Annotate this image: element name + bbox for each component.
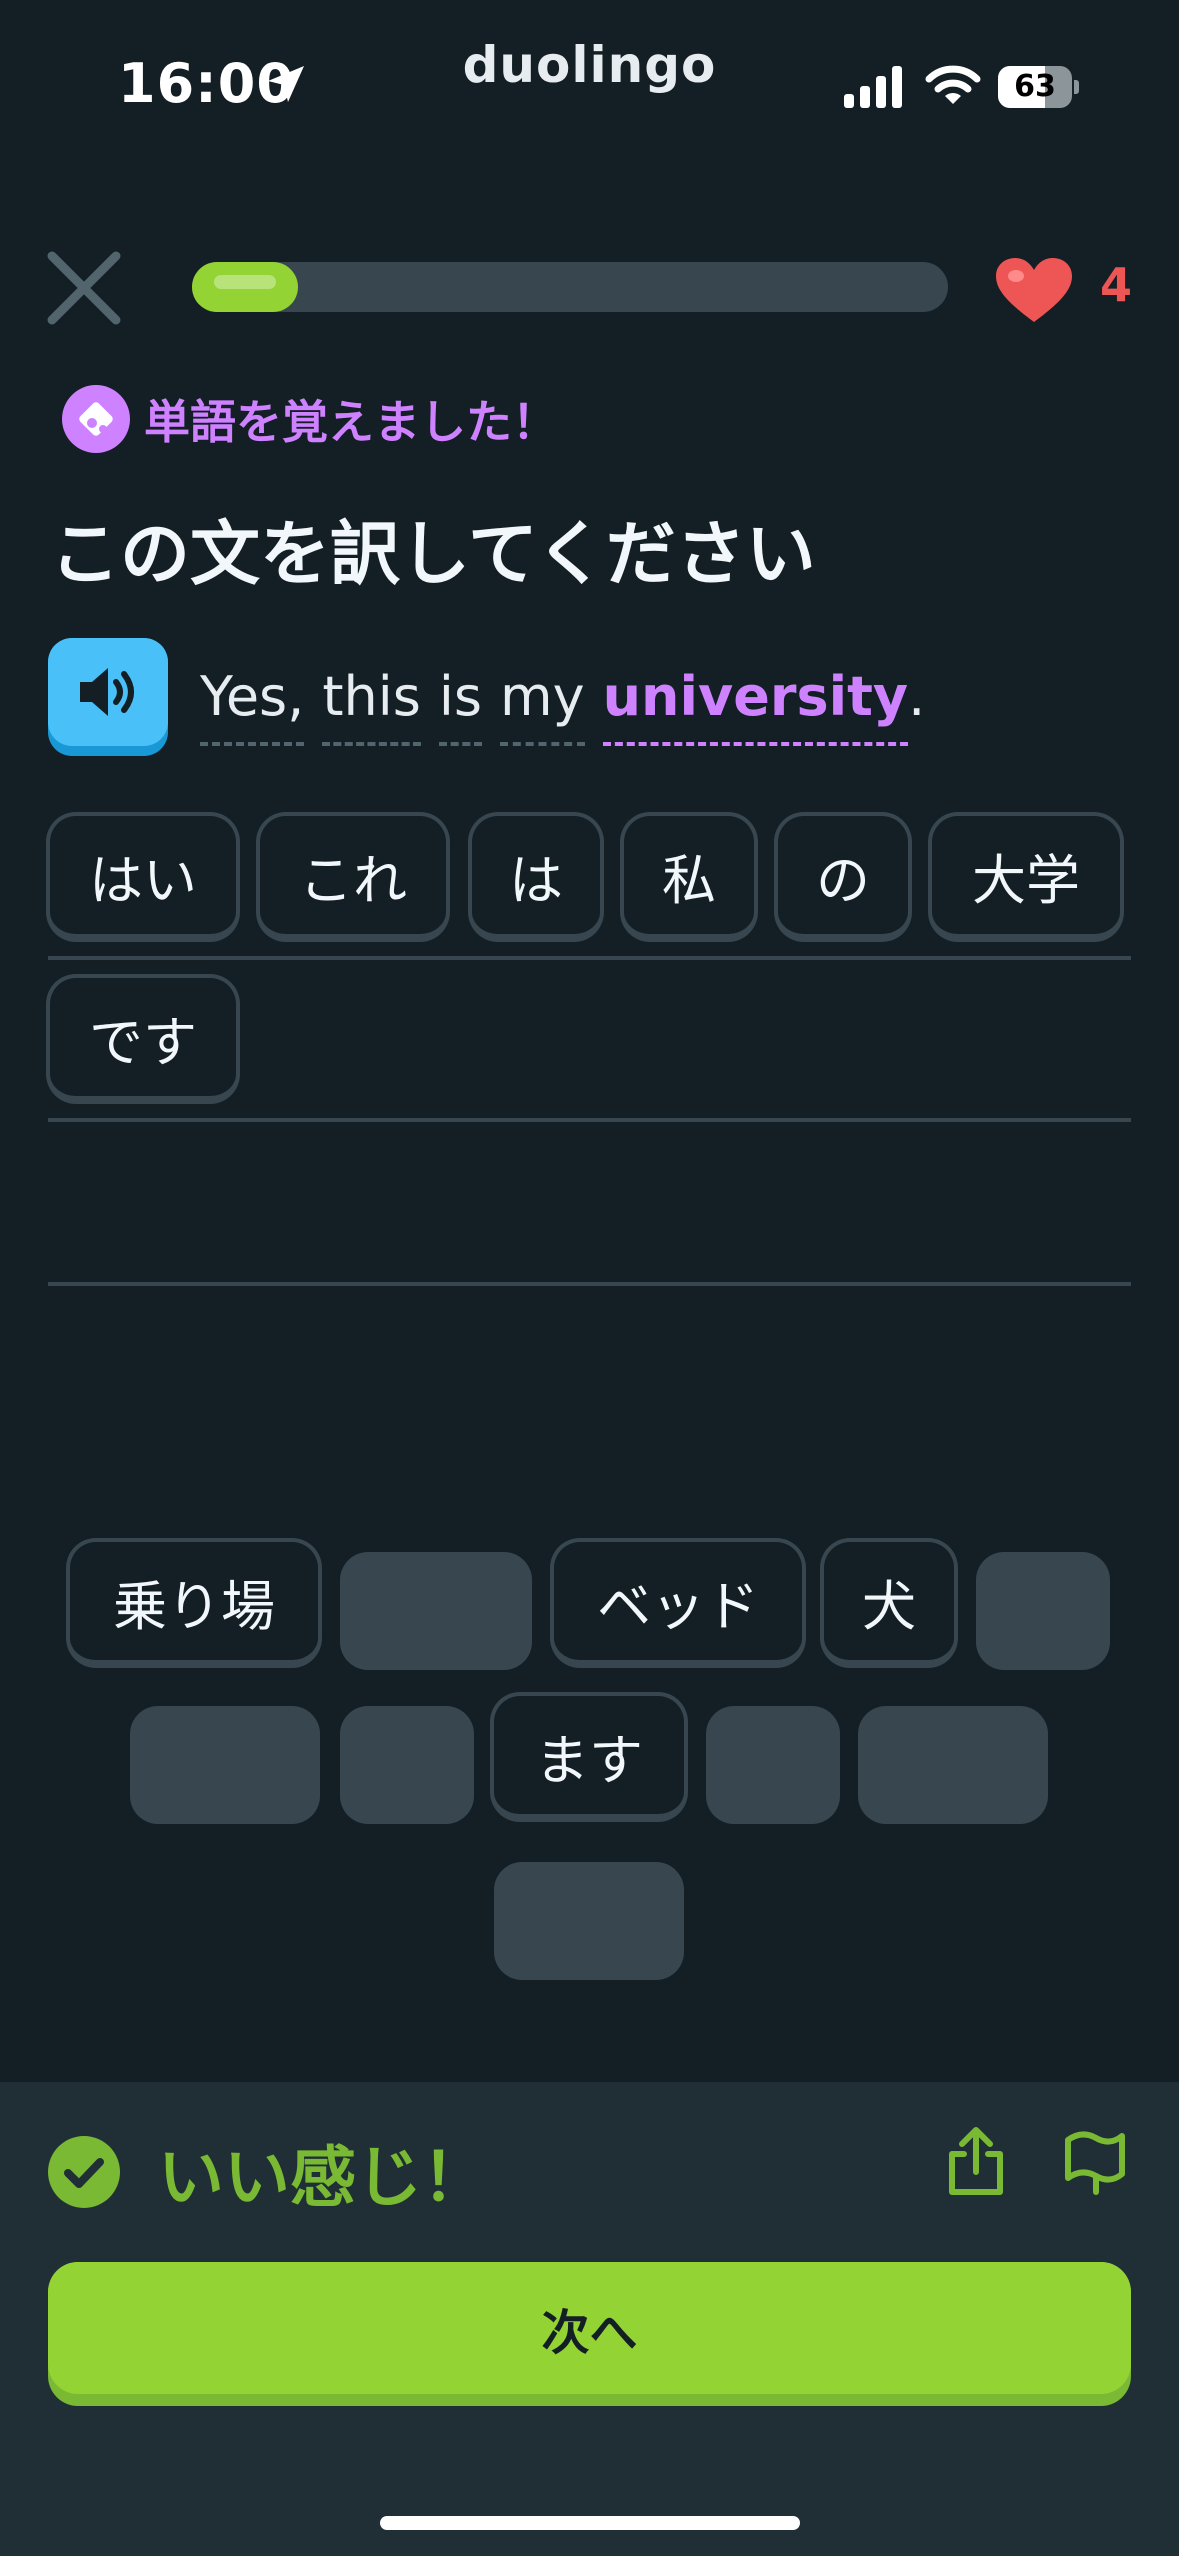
prompt-word[interactable]: is	[438, 662, 483, 746]
answer-tile[interactable]: 大学	[928, 812, 1124, 942]
word-bank-tile[interactable]: 犬	[820, 1538, 958, 1668]
instruction-heading: この文を訳してください	[50, 513, 816, 595]
hearts-count[interactable]: 4	[1100, 258, 1132, 312]
answer-tile[interactable]: の	[774, 812, 912, 942]
lesson-progress-bar	[192, 262, 948, 312]
battery-indicator: 63	[998, 66, 1079, 108]
prompt-word[interactable]: this	[322, 662, 421, 746]
status-bar: 16:00 duolingo 63	[0, 0, 1179, 170]
word-bank-tile[interactable]: 乗り場	[66, 1538, 322, 1668]
answer-tile[interactable]: これ	[256, 812, 450, 942]
prompt-sentence: Yes, this is my university .	[200, 662, 926, 746]
new-word-badge: 単語を覚えました！	[62, 384, 558, 454]
speaker-icon	[80, 668, 134, 716]
heart-icon	[996, 258, 1072, 322]
word-bank-empty-slot	[706, 1706, 840, 1824]
answer-tile[interactable]: です	[46, 974, 240, 1104]
prompt-punctuation: .	[908, 665, 926, 728]
new-word-label: 単語を覚えました！	[144, 395, 558, 449]
report-flag-icon[interactable]	[1062, 2126, 1128, 2198]
word-bank-empty-slot	[494, 1862, 684, 1980]
prompt-word-new[interactable]: university	[602, 662, 909, 746]
word-bank-empty-slot	[858, 1706, 1048, 1824]
next-button-label: 次へ	[48, 2262, 1131, 2394]
word-bank-empty-slot	[340, 1552, 532, 1670]
feedback-title: いい感じ！	[158, 2139, 488, 2216]
prompt-word[interactable]: Yes,	[200, 662, 305, 746]
home-indicator[interactable]	[380, 2516, 800, 2530]
battery-level: 63	[1014, 69, 1056, 104]
word-bank-empty-slot	[340, 1706, 474, 1824]
word-bank-empty-slot	[130, 1706, 320, 1824]
new-word-icon	[62, 385, 130, 453]
answer-line	[48, 1282, 1131, 1286]
answer-line	[48, 956, 1131, 960]
answer-tile[interactable]: は	[468, 812, 604, 942]
check-circle-icon	[48, 2136, 120, 2208]
progress-fill	[192, 262, 298, 312]
cellular-signal-icon	[844, 66, 902, 108]
next-button[interactable]: 次へ	[48, 2262, 1131, 2406]
answer-tile[interactable]: はい	[46, 812, 240, 942]
word-bank-tile[interactable]: ます	[490, 1692, 688, 1822]
word-bank-empty-slot	[976, 1552, 1110, 1670]
answer-line	[48, 1118, 1131, 1122]
word-bank-tile[interactable]: ベッド	[550, 1538, 806, 1668]
prompt-word[interactable]: my	[500, 662, 585, 746]
share-icon[interactable]	[944, 2126, 1008, 2198]
wifi-icon	[925, 65, 981, 104]
close-button[interactable]	[40, 244, 128, 332]
play-audio-button[interactable]	[48, 638, 168, 756]
answer-tile[interactable]: 私	[620, 812, 758, 942]
